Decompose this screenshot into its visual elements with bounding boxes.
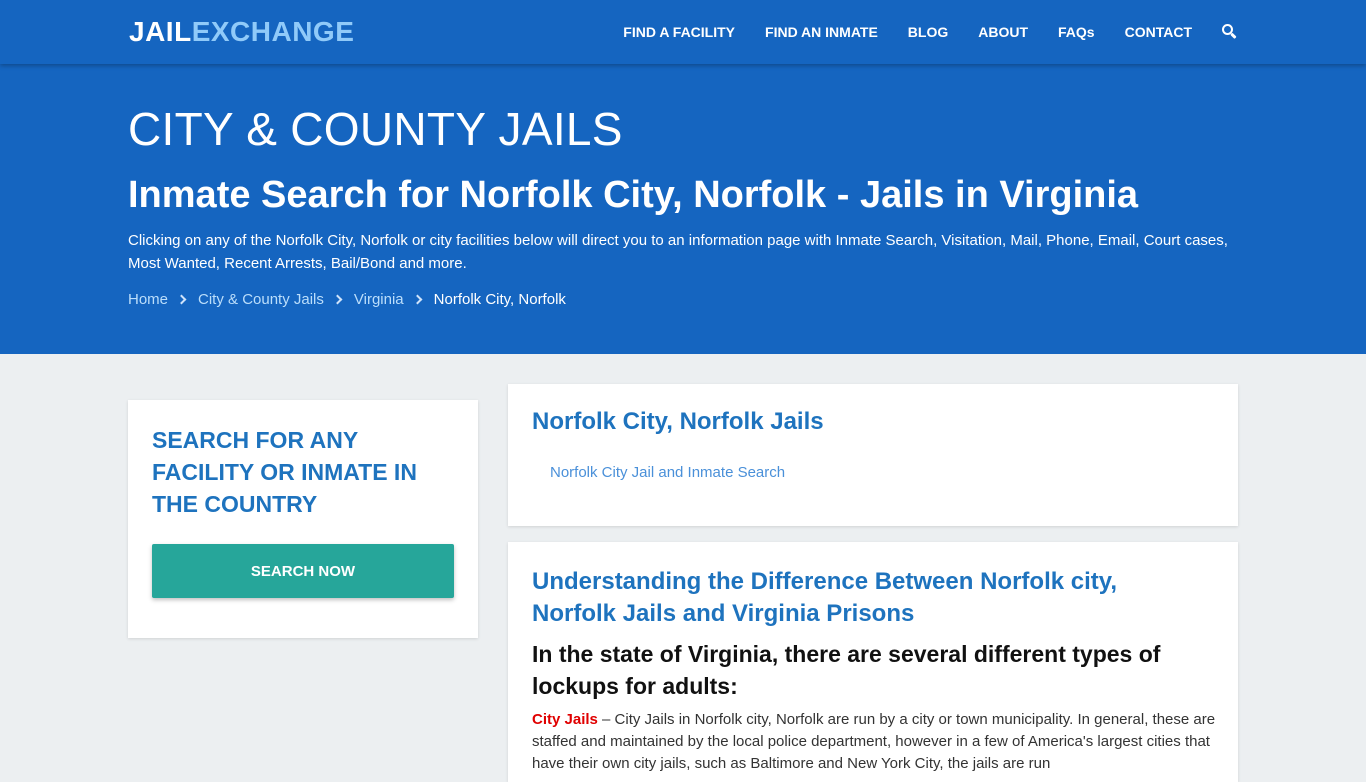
breadcrumb-home[interactable]: Home bbox=[128, 291, 168, 308]
nav-about[interactable]: ABOUT bbox=[978, 24, 1028, 40]
search-promo-card: SEARCH FOR ANY FACILITY OR INMATE IN THE… bbox=[128, 400, 478, 638]
hero-description: Clicking on any of the Norfolk City, Nor… bbox=[128, 232, 1228, 272]
city-jails-term: City Jails bbox=[532, 711, 598, 728]
breadcrumb-virginia[interactable]: Virginia bbox=[354, 291, 404, 308]
jail-link-norfolk-city[interactable]: Norfolk City Jail and Inmate Search bbox=[550, 464, 785, 481]
nav-faqs[interactable]: FAQs bbox=[1058, 24, 1095, 40]
breadcrumb: Home City & County Jails Virginia Norfol… bbox=[128, 291, 566, 308]
nav-blog[interactable]: BLOG bbox=[908, 24, 948, 40]
site-logo[interactable]: JAILEXCHANGE bbox=[129, 16, 354, 48]
logo-exchange-text: EXCHANGE bbox=[191, 16, 355, 47]
hero-section: CITY & COUNTY JAILS Inmate Search for No… bbox=[0, 64, 1366, 354]
info-card-title: Understanding the Difference Between Nor… bbox=[532, 568, 1117, 627]
logo-jail-text: JAIL bbox=[129, 16, 192, 47]
hero-kicker: CITY & COUNTY JAILS bbox=[128, 103, 623, 155]
info-card-subtitle: In the state of Virginia, there are seve… bbox=[532, 641, 1161, 699]
jails-card-title: Norfolk City, Norfolk Jails bbox=[532, 408, 824, 435]
nav-find-inmate[interactable]: FIND AN INMATE bbox=[765, 24, 878, 40]
info-card: Understanding the Difference Between Nor… bbox=[508, 542, 1238, 782]
breadcrumb-city-county-jails[interactable]: City & County Jails bbox=[198, 291, 324, 308]
breadcrumb-current: Norfolk City, Norfolk bbox=[433, 291, 566, 308]
info-card-body: City Jails – City Jails in Norfolk city,… bbox=[532, 709, 1216, 775]
nav-links: FIND A FACILITY FIND AN INMATE BLOG ABOU… bbox=[593, 0, 1238, 64]
chevron-right-icon bbox=[332, 294, 343, 305]
chevron-right-icon bbox=[412, 294, 423, 305]
chevron-right-icon bbox=[176, 294, 187, 305]
top-navbar: JAILEXCHANGE FIND A FACILITY FIND AN INM… bbox=[0, 0, 1366, 64]
search-icon[interactable] bbox=[1222, 24, 1238, 40]
search-promo-heading: SEARCH FOR ANY FACILITY OR INMATE IN THE… bbox=[152, 427, 417, 517]
search-now-button[interactable]: SEARCH NOW bbox=[152, 544, 454, 598]
nav-find-facility[interactable]: FIND A FACILITY bbox=[623, 24, 735, 40]
page-title: Inmate Search for Norfolk City, Norfolk … bbox=[128, 174, 1139, 216]
jails-list-card: Norfolk City, Norfolk Jails Norfolk City… bbox=[508, 384, 1238, 526]
city-jails-description: – City Jails in Norfolk city, Norfolk ar… bbox=[532, 711, 1216, 772]
nav-contact[interactable]: CONTACT bbox=[1125, 24, 1192, 40]
